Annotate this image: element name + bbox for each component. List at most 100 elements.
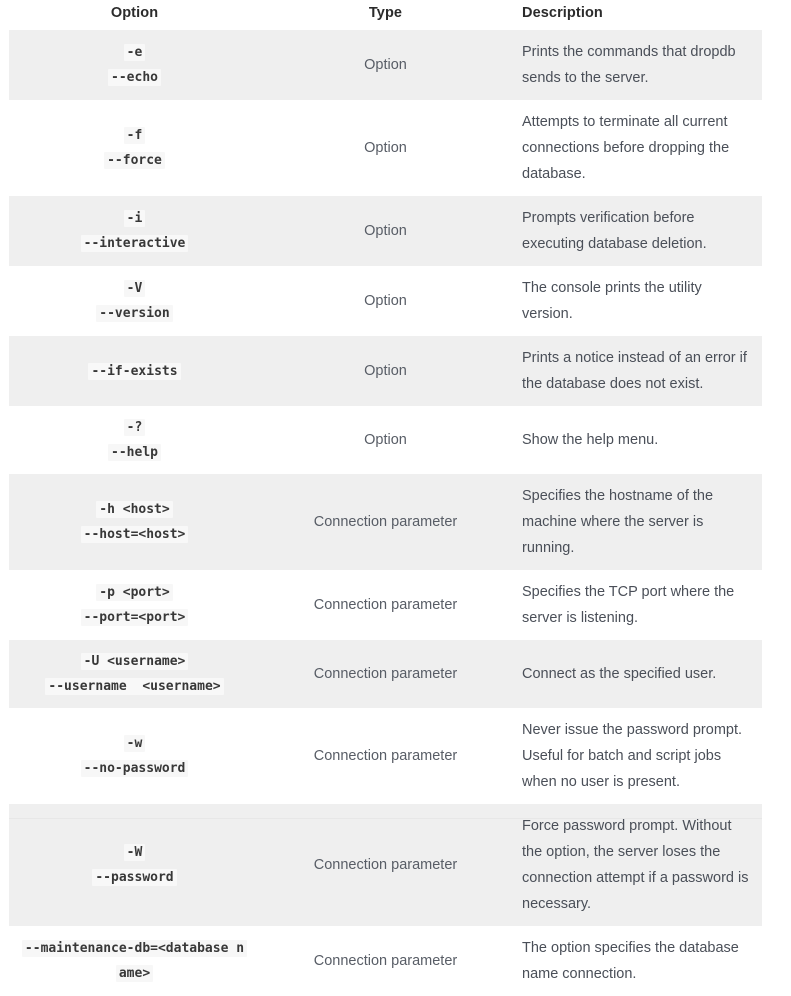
description-cell: Force password prompt. Without the optio…	[511, 804, 762, 926]
option-code: --interactive	[80, 235, 189, 252]
description-text: Connect as the specified user.	[522, 666, 717, 682]
type-cell: Connection parameter	[260, 926, 511, 996]
type-cell: Connection parameter	[260, 474, 511, 570]
option-cell: -V --version	[9, 266, 260, 336]
option-short-flag: -i	[11, 206, 258, 231]
option-code: -i	[123, 210, 146, 227]
table-row: -e --echo Option Prints the commands that d…	[9, 30, 762, 100]
option-short-flag: --maintenance-db=<database n	[11, 936, 258, 961]
description-cell: Show the help menu.	[511, 406, 762, 474]
option-cell: -p <port> --port=<port>	[9, 570, 260, 640]
description-cell: Never issue the password prompt. Useful …	[511, 708, 762, 804]
description-cell: Specifies the TCP port where the server …	[511, 570, 762, 640]
option-code: ame>	[115, 965, 154, 982]
table-row: -? --help Option Show the help menu.	[9, 406, 762, 474]
table-row: -f --force Option Attempts to terminate all…	[9, 100, 762, 196]
option-code: -U <username>	[80, 653, 189, 670]
option-long-flag: --force	[11, 148, 258, 173]
option-cell: -w --no-password	[9, 708, 260, 804]
description-text: Prints the commands that dropdb sends to…	[522, 44, 736, 86]
options-reference-page: Option Type Description -e --echo Option Pr…	[0, 0, 791, 996]
description-text: Specifies the TCP port where the server …	[522, 584, 735, 626]
description-cell: The option specifies the database name c…	[511, 926, 762, 996]
option-short-flag: -U <username>	[11, 649, 258, 674]
option-long-flag: --no-password	[11, 756, 258, 781]
bottom-divider	[9, 818, 762, 819]
option-code: --port=<port>	[80, 609, 189, 626]
description-cell: Connect as the specified user.	[511, 640, 762, 708]
option-short-flag: -?	[11, 415, 258, 440]
description-text: Show the help menu.	[522, 432, 659, 448]
table-row: -V --version Option The console prints the …	[9, 266, 762, 336]
option-code: --version	[96, 305, 173, 322]
option-cell: -? --help	[9, 406, 260, 474]
option-long-flag: --port=<port>	[11, 605, 258, 630]
option-code: --force	[104, 152, 165, 169]
option-code: --host=<host>	[80, 526, 189, 543]
option-cell: -W --password	[9, 804, 260, 926]
option-code: -h <host>	[96, 501, 173, 518]
dropdb-options-table: Option Type Description -e --echo Option Pr…	[9, 0, 762, 996]
type-cell: Option	[260, 196, 511, 266]
description-text: Specifies the hostname of the machine wh…	[522, 488, 714, 556]
type-cell: Option	[260, 30, 511, 100]
type-cell: Option	[260, 406, 511, 474]
option-long-flag: --version	[11, 301, 258, 326]
description-cell: Prints a notice instead of an error if t…	[511, 336, 762, 406]
option-cell: --if-exists	[9, 336, 260, 406]
option-short-flag: -W	[11, 840, 258, 865]
option-long-flag: --if-exists	[11, 359, 258, 384]
description-cell: Prints the commands that dropdb sends to…	[511, 30, 762, 100]
type-cell: Option	[260, 266, 511, 336]
option-long-flag: ame>	[11, 961, 258, 986]
option-code: -w	[123, 735, 146, 752]
table-row: -i --interactive Option Prompts verificatio…	[9, 196, 762, 266]
option-code: --echo	[108, 69, 161, 86]
column-header-description: Description	[522, 5, 603, 21]
option-long-flag: --help	[11, 440, 258, 465]
option-long-flag: --password	[11, 865, 258, 890]
option-long-flag: --host=<host>	[11, 522, 258, 547]
description-cell: Specifies the hostname of the machine wh…	[511, 474, 762, 570]
description-text: The option specifies the database name c…	[522, 940, 739, 982]
option-code: -f	[123, 127, 146, 144]
option-cell: -U <username> --username <username>	[9, 640, 260, 708]
description-text: Never issue the password prompt. Useful …	[522, 722, 743, 790]
option-code: -?	[123, 419, 146, 436]
type-cell: Connection parameter	[260, 570, 511, 640]
table-row: -W --password Connection parameter Force pa…	[9, 804, 762, 926]
option-code: --username <username>	[45, 678, 224, 695]
type-cell: Connection parameter	[260, 640, 511, 708]
type-cell: Connection parameter	[260, 804, 511, 926]
option-long-flag: --username <username>	[11, 674, 258, 699]
option-code: --no-password	[80, 760, 189, 777]
table-row: -w --no-password Connection parameter Never…	[9, 708, 762, 804]
table-header-row: Option Type Description	[9, 0, 762, 30]
option-code: --help	[108, 444, 161, 461]
description-text: Prompts verification before executing da…	[522, 210, 707, 252]
description-cell: Attempts to terminate all current connec…	[511, 100, 762, 196]
option-cell: -h <host> --host=<host>	[9, 474, 260, 570]
option-short-flag: -h <host>	[11, 497, 258, 522]
option-short-flag: -e	[11, 40, 258, 65]
table-row: --if-exists Option Prints a notice instead…	[9, 336, 762, 406]
table-row: --maintenance-db=<database n ame> Connecti…	[9, 926, 762, 996]
option-code: --password	[92, 869, 177, 886]
option-long-flag: --interactive	[11, 231, 258, 256]
option-short-flag: -f	[11, 123, 258, 148]
option-cell: -i --interactive	[9, 196, 260, 266]
description-cell: The console prints the utility version.	[511, 266, 762, 336]
type-cell: Connection parameter	[260, 708, 511, 804]
option-code: -V	[123, 280, 146, 297]
description-text: The console prints the utility version.	[522, 280, 702, 322]
option-short-flag: -V	[11, 276, 258, 301]
description-text: Prints a notice instead of an error if t…	[522, 350, 747, 392]
option-cell: -e --echo	[9, 30, 260, 100]
description-text: Force password prompt. Without the optio…	[522, 818, 749, 912]
table-body: -e --echo Option Prints the commands that d…	[9, 30, 762, 996]
option-code: -p <port>	[96, 584, 173, 601]
option-cell: -f --force	[9, 100, 260, 196]
type-cell: Option	[260, 336, 511, 406]
table-header: Option Type Description	[9, 0, 762, 30]
option-code: --if-exists	[88, 362, 181, 380]
